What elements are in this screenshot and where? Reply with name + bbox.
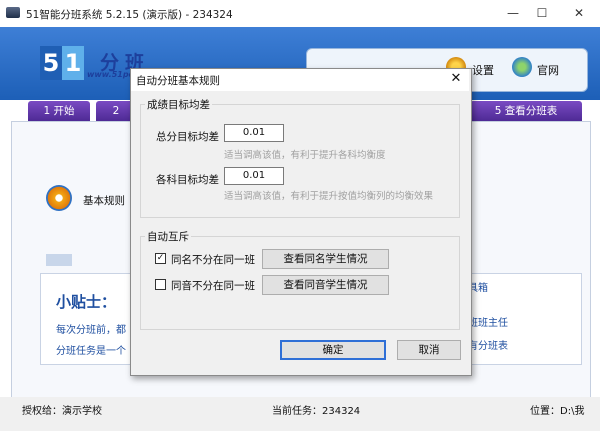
status-licensed-to: 授权给：演示学校 <box>22 406 102 417</box>
exclusion-group-label: 自动互斥 <box>145 229 191 244</box>
basic-rules-item[interactable]: 基本规则 <box>83 193 125 208</box>
toolbox-link-class-tables[interactable]: 有分班表 <box>468 337 508 352</box>
tab-view-class-table[interactable]: 5 查看分班表 <box>470 101 582 121</box>
maximize-button[interactable]: ☐ <box>533 4 551 22</box>
total-diff-hint: 适当调高该值，有利于提升各科均衡度 <box>224 150 386 161</box>
tips-line: 每次分班前，都 <box>56 325 126 336</box>
close-window-button[interactable]: ✕ <box>570 4 588 22</box>
status-location: 位置：D:\我 <box>530 406 585 417</box>
total-diff-label: 总分目标均差 <box>156 131 219 143</box>
app-icon <box>6 7 20 18</box>
logo-url: www.51pe <box>87 70 134 79</box>
minimize-button[interactable]: — <box>504 4 522 22</box>
score-group-label: 成绩目标均差 <box>145 97 212 112</box>
window-title: 51智能分班系统 5.2.15 (演示版) - 234324 <box>26 9 233 21</box>
ok-button[interactable]: 确定 <box>280 340 386 360</box>
partial-menu-item[interactable] <box>46 254 72 266</box>
toolbox-link-head-teacher[interactable]: 班班主任 <box>468 314 508 329</box>
tips-line: 分班任务是一个 <box>56 346 126 357</box>
globe-icon[interactable] <box>512 57 532 77</box>
status-current-task: 当前任务：234324 <box>272 406 361 417</box>
tips-title: 小贴士： <box>56 293 117 311</box>
gear-icon[interactable] <box>46 185 72 211</box>
subject-diff-input[interactable]: 0.01 <box>224 167 284 185</box>
website-button[interactable]: 官网 <box>537 62 559 78</box>
logo-digit-1: 1 <box>62 46 84 80</box>
subject-diff-hint: 适当调高该值，有利于提升按值均衡列的均衡效果 <box>224 191 434 202</box>
same-name-checkbox[interactable]: ✓ <box>155 253 166 264</box>
dialog-close-button[interactable]: ✕ <box>446 70 466 88</box>
same-sound-checkbox[interactable] <box>155 279 166 290</box>
same-name-label[interactable]: 同名不分在同一班 <box>171 252 255 267</box>
tab-start[interactable]: 1 开始 <box>28 101 90 121</box>
view-same-sound-button[interactable]: 查看同音学生情况 <box>262 275 389 295</box>
cancel-button[interactable]: 取消 <box>397 340 461 360</box>
view-same-name-button[interactable]: 查看同名学生情况 <box>262 249 389 269</box>
logo-digit-5: 5 <box>40 46 62 80</box>
same-sound-label[interactable]: 同音不分在同一班 <box>171 278 255 293</box>
total-diff-input[interactable]: 0.01 <box>224 124 284 142</box>
dialog-title: 自动分班基本规则 <box>136 75 220 87</box>
settings-button[interactable]: 设置 <box>472 62 494 78</box>
subject-diff-label: 各科目标均差 <box>156 174 219 186</box>
